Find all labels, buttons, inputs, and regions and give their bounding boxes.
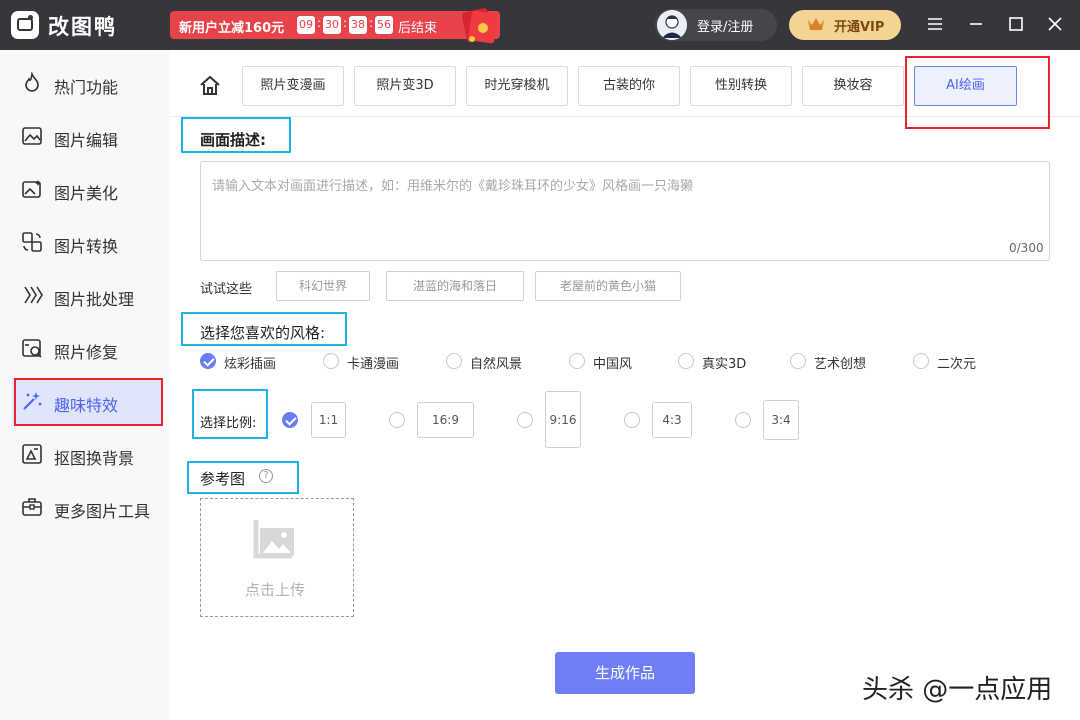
highlight-box-tab	[905, 56, 1050, 129]
red-packet-icon	[462, 8, 498, 44]
style-radio[interactable]	[323, 353, 339, 369]
sidebar-item-repair[interactable]: 照片修复	[12, 325, 162, 371]
sidebar-item-more-tools[interactable]: 更多图片工具	[12, 484, 162, 530]
ratio-radio[interactable]	[517, 412, 533, 428]
style-radio[interactable]	[200, 353, 216, 369]
char-counter: 0/300	[1009, 241, 1044, 255]
photo-repair-icon	[22, 339, 42, 358]
countdown-minutes: 30	[323, 16, 341, 34]
image-beautify-icon	[22, 180, 41, 198]
minimize-icon[interactable]	[964, 12, 988, 36]
style-option[interactable]: 炫彩插画	[224, 353, 276, 372]
style-option[interactable]: 二次元	[937, 353, 976, 372]
avatar[interactable]	[657, 10, 687, 40]
sidebar-item-label: 图片转换	[54, 237, 119, 256]
ratio-radio[interactable]	[389, 412, 405, 428]
ratio-option[interactable]: 16:9	[417, 402, 474, 438]
menu-icon[interactable]	[923, 12, 947, 36]
suggestion-chip[interactable]: 科幻世界	[276, 271, 370, 301]
ratio-option[interactable]: 9:16	[545, 391, 581, 448]
highlight-box-style	[181, 312, 347, 346]
countdown-seconds: 38	[349, 16, 367, 34]
main-panel	[170, 50, 1080, 720]
generate-button[interactable]: 生成作品	[555, 652, 695, 694]
home-icon[interactable]	[198, 74, 222, 98]
sidebar-item-label: 照片修复	[54, 343, 119, 362]
login-label[interactable]: 登录/注册	[697, 16, 753, 35]
sidebar-item-label: 抠图换背景	[54, 449, 135, 468]
sidebar-item-batch[interactable]: 图片批处理	[12, 272, 162, 318]
sidebar-item-cutout[interactable]: 抠图换背景	[12, 431, 162, 477]
tab-makeup[interactable]: 换妆容	[802, 66, 904, 106]
close-icon[interactable]	[1043, 12, 1067, 36]
style-option[interactable]: 真实3D	[702, 353, 746, 372]
batch-icon	[24, 286, 43, 304]
toolbox-icon	[22, 498, 42, 516]
style-radio[interactable]	[569, 353, 585, 369]
style-option[interactable]: 艺术创想	[814, 353, 866, 372]
ratio-option[interactable]: 1:1	[311, 402, 346, 438]
flame-icon	[25, 72, 39, 92]
ratio-radio[interactable]	[624, 412, 640, 428]
ratio-option[interactable]: 3:4	[763, 400, 799, 440]
highlight-box-ratio	[192, 389, 268, 439]
image-convert-icon	[22, 232, 42, 252]
tab-photo-to-comic[interactable]: 照片变漫画	[242, 66, 344, 106]
title-bar	[0, 0, 1080, 50]
sidebar-item-hot[interactable]: 热门功能	[12, 60, 162, 106]
watermark: 头杀 @一点应用	[862, 675, 1053, 705]
style-option[interactable]: 中国风	[593, 353, 632, 372]
upload-label: 点击上传	[245, 581, 306, 599]
sidebar-item-convert[interactable]: 图片转换	[12, 219, 162, 265]
ratio-radio[interactable]	[735, 412, 751, 428]
suggestion-chip[interactable]: 湛蓝的海和落日	[386, 271, 524, 301]
sidebar-item-label: 图片美化	[54, 184, 119, 203]
sidebar-item-label: 图片批处理	[54, 290, 135, 309]
countdown-centiseconds: 56	[375, 16, 393, 34]
sidebar-item-label: 热门功能	[54, 78, 119, 97]
sidebar-item-edit[interactable]: 图片编辑	[12, 113, 162, 159]
highlight-box-reference	[187, 461, 299, 494]
tab-ancient-costume[interactable]: 古装的你	[578, 66, 680, 106]
try-label: 试试这些	[200, 282, 253, 297]
upload-image-icon	[253, 520, 294, 559]
style-option[interactable]: 卡通漫画	[347, 353, 399, 372]
sidebar-item-label: 更多图片工具	[54, 502, 151, 521]
sidebar-item-beautify[interactable]: 图片美化	[12, 166, 162, 212]
maximize-icon[interactable]	[1004, 12, 1028, 36]
style-radio[interactable]	[790, 353, 806, 369]
cutout-icon	[22, 444, 42, 464]
vip-label[interactable]: 开通VIP	[834, 16, 884, 35]
suggestion-chip[interactable]: 老屋前的黄色小猫	[535, 271, 681, 301]
promo-text: 新用户立减160元	[179, 21, 285, 36]
style-radio[interactable]	[913, 353, 929, 369]
promo-suffix: 后结束	[398, 21, 438, 36]
user-avatar-icon	[657, 10, 687, 40]
tab-time-machine[interactable]: 时光穿梭机	[466, 66, 568, 106]
countdown-hours: 09	[297, 16, 315, 34]
app-title: 改图鸭	[48, 15, 117, 39]
style-radio[interactable]	[446, 353, 462, 369]
style-option[interactable]: 自然风景	[470, 353, 522, 372]
ratio-option[interactable]: 4:3	[652, 402, 692, 438]
image-edit-icon	[22, 127, 42, 145]
promo-banner[interactable]: 新用户立减160元 09 : 30 : 38 : 56 后结束	[170, 11, 500, 39]
tab-gender-swap[interactable]: 性别转换	[690, 66, 792, 106]
highlight-box-sidebar	[14, 378, 163, 426]
crown-icon	[808, 18, 824, 30]
style-radio[interactable]	[678, 353, 694, 369]
tab-photo-to-3d[interactable]: 照片变3D	[354, 66, 456, 106]
ratio-radio[interactable]	[282, 412, 298, 428]
app-logo	[11, 11, 39, 39]
sidebar-item-label: 图片编辑	[54, 131, 119, 150]
description-placeholder: 请输入文本对画面进行描述，如：用维米尔的《戴珍珠耳环的少女》风格画一只海獭	[212, 179, 694, 194]
highlight-box-description	[181, 117, 291, 153]
